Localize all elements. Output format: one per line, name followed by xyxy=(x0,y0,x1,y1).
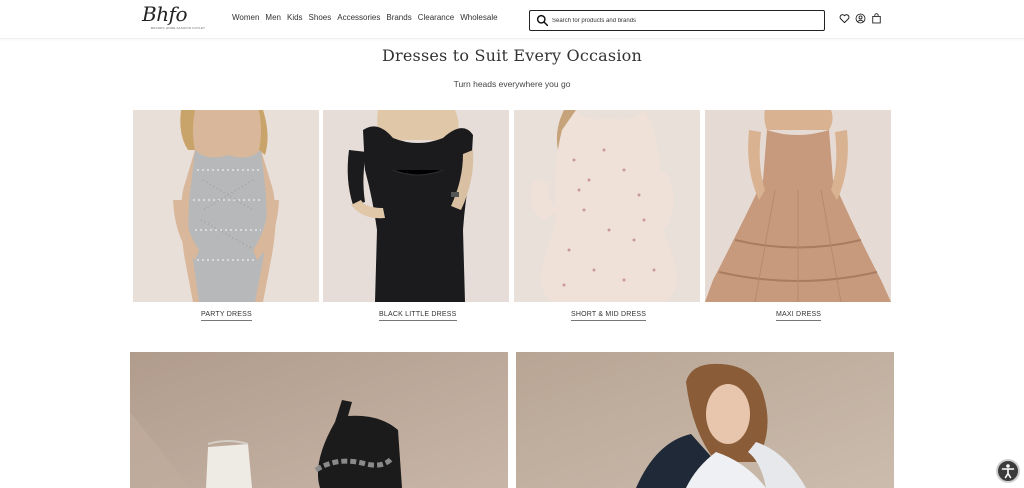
logo-subtext: BRANDS HOME FASHION OUTLET xyxy=(151,26,206,30)
search-input[interactable] xyxy=(552,13,818,28)
banner-women[interactable] xyxy=(516,352,894,488)
bag-icon[interactable] xyxy=(871,13,882,24)
section-title: Dresses to Suit Every Occasion xyxy=(382,46,642,65)
nav-women[interactable]: Women xyxy=(232,13,259,22)
section-subtitle: Turn heads everywhere you go xyxy=(453,79,571,89)
nav-kids[interactable]: Kids xyxy=(287,13,303,22)
short-mid-dress-link[interactable]: SHORT & MID DRESS xyxy=(571,311,647,321)
logo-text: Bhfo xyxy=(142,2,188,26)
nav-accessories[interactable]: Accessories xyxy=(337,13,380,22)
search-bar xyxy=(529,10,825,31)
category-card-maxi-dress[interactable] xyxy=(705,110,891,302)
accessibility-icon xyxy=(1001,464,1015,479)
site-header: Bhfo BRANDS HOME FASHION OUTLET Women Me… xyxy=(0,0,1024,39)
nav-men[interactable]: Men xyxy=(265,13,281,22)
category-card-black-little-dress[interactable] xyxy=(323,110,509,302)
banner-shoes-image xyxy=(130,352,508,488)
short-mid-dress-image xyxy=(514,110,700,302)
black-little-dress-image xyxy=(323,110,509,302)
logo[interactable]: Bhfo BRANDS HOME FASHION OUTLET xyxy=(140,2,205,34)
nav-wholesale[interactable]: Wholesale xyxy=(460,13,497,22)
party-dress-image xyxy=(133,110,319,302)
category-card-short-mid-dress[interactable] xyxy=(514,110,700,302)
banner-women-image xyxy=(516,352,894,488)
accessibility-button[interactable] xyxy=(996,459,1020,483)
nav-clearance[interactable]: Clearance xyxy=(418,13,454,22)
user-icon[interactable] xyxy=(855,13,866,24)
nav-brands[interactable]: Brands xyxy=(386,13,411,22)
maxi-dress-image xyxy=(705,110,891,302)
category-card-party-dress[interactable] xyxy=(133,110,319,302)
search-icon[interactable] xyxy=(536,14,549,27)
main-nav: Women Men Kids Shoes Accessories Brands … xyxy=(232,13,504,22)
heart-icon[interactable] xyxy=(839,13,850,24)
party-dress-link[interactable]: PARTY DRESS xyxy=(201,311,252,321)
banner-shoes[interactable] xyxy=(130,352,508,488)
black-little-dress-link[interactable]: BLACK LITTLE DRESS xyxy=(379,311,457,321)
nav-shoes[interactable]: Shoes xyxy=(309,13,332,22)
maxi-dress-link[interactable]: MAXI DRESS xyxy=(776,311,822,321)
